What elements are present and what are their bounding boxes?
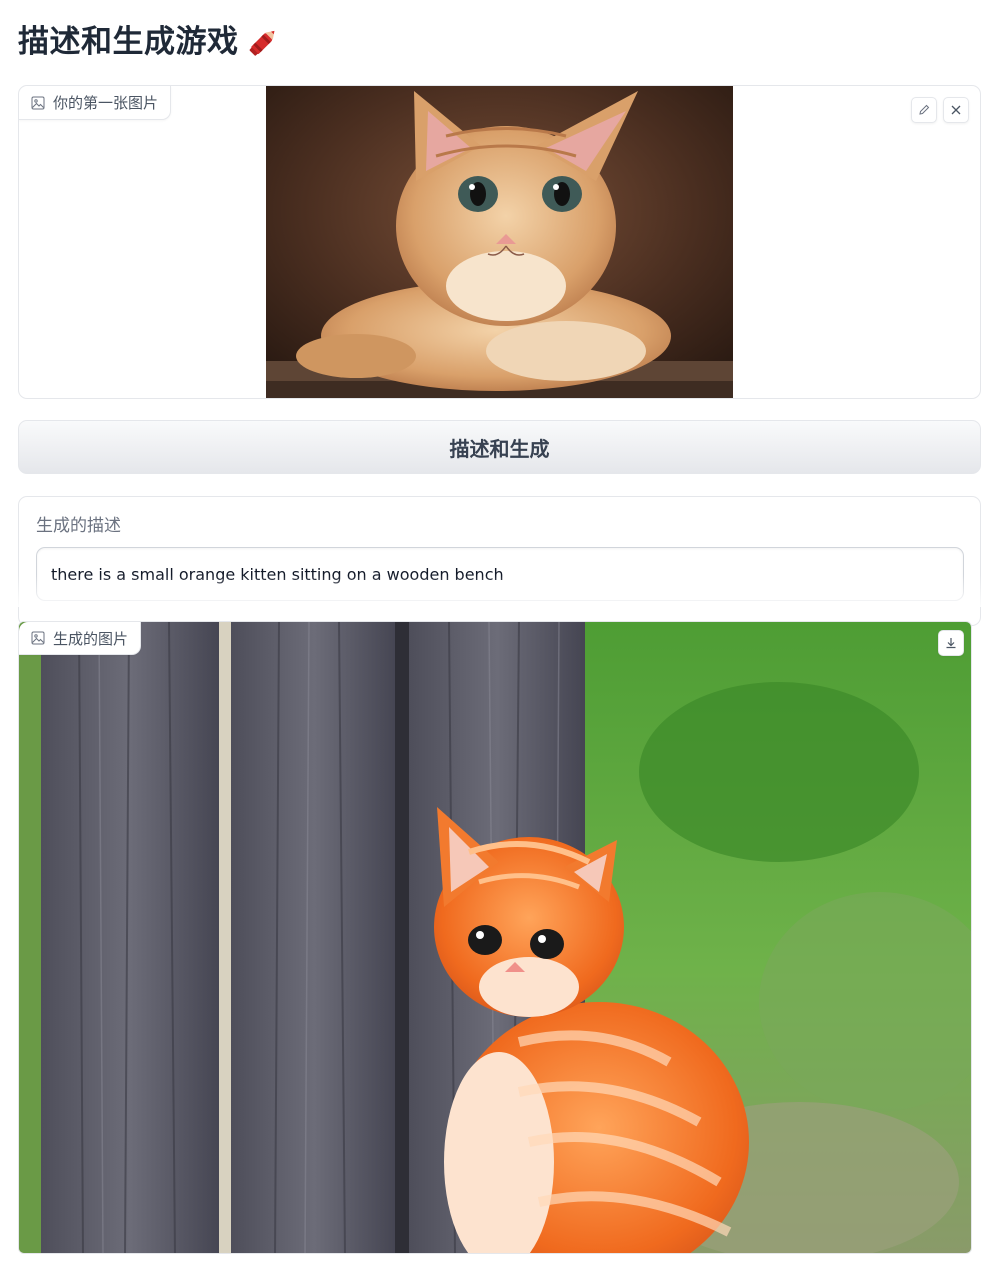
output-image-label: 生成的图片: [19, 622, 142, 655]
download-button[interactable]: [938, 630, 964, 656]
download-icon: [946, 638, 956, 649]
page-title: 描述和生成游戏: [18, 20, 283, 64]
input-image-label-text: 你的第一张图片: [53, 94, 159, 112]
image-icon: [31, 96, 45, 109]
scroll-fade: [6, 575, 982, 607]
close-icon: [951, 105, 961, 115]
description-label: 生成的描述: [36, 516, 121, 536]
crayon-icon: [249, 30, 274, 56]
input-image-label: 你的第一张图片: [19, 86, 172, 120]
output-image-panel: 生成的图片: [18, 621, 972, 1254]
image-icon: [31, 631, 45, 645]
edit-icon: [919, 104, 930, 115]
page-title-text: 描述和生成游戏: [18, 24, 239, 60]
input-image-panel[interactable]: 你的第一张图片: [18, 85, 981, 399]
input-kitten-photo: [266, 86, 733, 398]
describe-and-generate-button[interactable]: 描述和生成: [18, 420, 981, 474]
clear-button[interactable]: [943, 97, 969, 123]
edit-button[interactable]: [911, 97, 937, 123]
output-image-label-text: 生成的图片: [53, 629, 129, 648]
generated-kitten-photo: [19, 622, 971, 1253]
